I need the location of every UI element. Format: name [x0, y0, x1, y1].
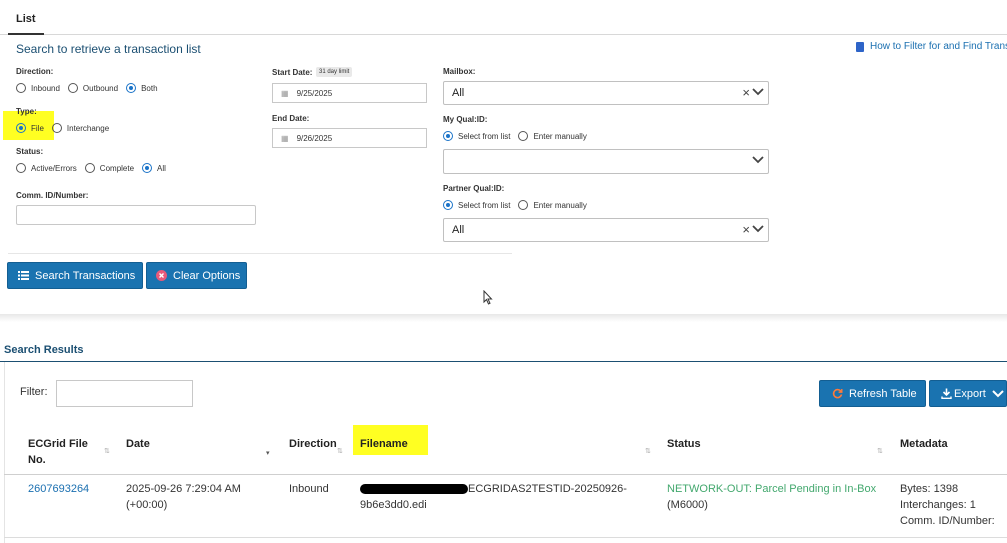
radio-icon[interactable] [16, 83, 26, 93]
status-radio-group: Active/Errors Complete All [16, 163, 174, 173]
radio-icon[interactable] [518, 200, 529, 210]
comm-id-label: Comm. ID/Number: [16, 191, 89, 200]
partner-qual-manual-option[interactable]: Enter manually [518, 200, 587, 210]
status-complete-option[interactable]: Complete [84, 163, 134, 173]
radio-icon[interactable] [16, 163, 26, 173]
tab-bar: List [0, 0, 1007, 35]
calendar-icon: ▦ [281, 133, 289, 143]
partner-qual-select-option[interactable]: Select from list [443, 200, 510, 210]
chevron-down-icon[interactable] [752, 155, 764, 165]
help-link[interactable]: How to Filter for and Find Transa [856, 41, 1007, 52]
clear-icon[interactable]: × [742, 222, 750, 237]
start-date-label: Start Date: [272, 68, 313, 77]
direction-outbound-option[interactable]: Outbound [67, 83, 118, 93]
type-interchange-option[interactable]: Interchange [51, 123, 109, 133]
sort-icon[interactable]: ⇅ [877, 447, 883, 455]
type-label: Type: [16, 107, 37, 116]
row-status: NETWORK-OUT: Parcel Pending in In-Box (M… [667, 481, 877, 511]
row-direction: Inbound [289, 483, 329, 495]
radio-icon[interactable] [51, 123, 62, 133]
radio-selected-icon[interactable] [142, 163, 153, 173]
file-no-link[interactable]: 2607693264 [28, 481, 89, 497]
column-header-date[interactable]: Date [126, 436, 150, 452]
direction-both-option[interactable]: Both [126, 83, 158, 93]
sort-icon[interactable]: ⇅ [337, 447, 343, 455]
table-row-rule [4, 537, 1007, 538]
search-heading: Search to retrieve a transaction list [16, 42, 201, 56]
form-divider [8, 253, 512, 254]
type-file-option[interactable]: File [16, 123, 44, 133]
column-header-status[interactable]: Status [667, 436, 701, 452]
filter-input[interactable] [56, 380, 193, 407]
my-qual-label: My Qual:ID: [443, 115, 488, 124]
redaction-mark [360, 484, 468, 494]
mailbox-select[interactable]: All × [443, 81, 769, 105]
refresh-table-button[interactable]: Refresh Table [819, 380, 926, 407]
list-icon [18, 271, 29, 280]
row-date: 2025-09-26 7:29:04 AM (+00:00) [126, 483, 241, 511]
chevron-down-icon [992, 390, 1004, 398]
direction-inbound-option[interactable]: Inbound [16, 83, 60, 93]
row-metadata: Bytes: 1398 Interchanges: 1 Comm. ID/Num… [900, 483, 995, 527]
column-header-filename[interactable]: Filename [360, 436, 408, 452]
direction-radio-group: Inbound Outbound Both [16, 83, 166, 93]
tab-list[interactable]: List [8, 0, 44, 35]
comm-id-input[interactable] [16, 205, 256, 225]
sort-desc-icon[interactable]: ▾ [266, 449, 270, 457]
status-link[interactable]: NETWORK-OUT: Parcel Pending in In-Box [667, 481, 876, 497]
status-all-option[interactable]: All [142, 163, 166, 173]
partner-qual-select[interactable]: All × [443, 218, 769, 242]
partner-qual-label: Partner Qual:ID: [443, 184, 505, 193]
my-qual-radio-group: Select from list Enter manually [443, 131, 595, 141]
chevron-down-icon[interactable] [752, 224, 764, 234]
partner-qual-radio-group: Select from list Enter manually [443, 200, 595, 210]
column-header-direction[interactable]: Direction [289, 436, 337, 452]
sort-icon[interactable]: ⇅ [645, 447, 651, 455]
radio-icon[interactable] [84, 163, 95, 173]
mouse-cursor-icon [483, 290, 493, 305]
start-date-input[interactable]: ▦ 9/25/2025 [272, 83, 427, 103]
radio-selected-icon[interactable] [443, 131, 453, 141]
clear-icon[interactable]: × [742, 85, 750, 100]
radio-icon[interactable] [67, 83, 78, 93]
search-results-title: Search Results [4, 344, 84, 356]
table-header-rule [4, 474, 1007, 475]
clear-circle-icon [156, 270, 167, 281]
export-button[interactable]: Export [929, 380, 1007, 407]
download-icon [941, 388, 952, 399]
calendar-icon: ▦ [281, 88, 289, 98]
end-date-input[interactable]: ▦ 9/26/2025 [272, 128, 427, 148]
my-qual-select[interactable] [443, 149, 769, 174]
sort-icon[interactable]: ⇅ [104, 447, 110, 455]
help-link-label: How to Filter for and Find Transa [870, 41, 1007, 52]
radio-selected-icon[interactable] [16, 123, 26, 133]
radio-icon[interactable] [518, 131, 529, 141]
clear-options-button[interactable]: Clear Options [146, 262, 247, 289]
radio-selected-icon[interactable] [126, 83, 137, 93]
chevron-down-icon[interactable] [752, 87, 764, 97]
column-header-metadata[interactable]: Metadata [900, 436, 948, 452]
my-qual-manual-option[interactable]: Enter manually [518, 131, 587, 141]
column-header-file-no[interactable]: ECGrid File No. [28, 436, 88, 468]
status-label: Status: [16, 147, 44, 156]
refresh-icon [832, 388, 843, 399]
direction-label: Direction: [16, 67, 54, 76]
day-limit-badge: 31 day limit [316, 67, 353, 77]
document-icon [856, 41, 864, 52]
filter-label: Filter: [20, 386, 48, 398]
type-radio-group: File Interchange [16, 123, 117, 133]
status-active-option[interactable]: Active/Errors [16, 163, 77, 173]
end-date-label: End Date: [272, 114, 310, 123]
search-transactions-button[interactable]: Search Transactions [7, 262, 143, 289]
my-qual-select-option[interactable]: Select from list [443, 131, 510, 141]
mailbox-label: Mailbox: [443, 67, 476, 76]
section-separator [0, 314, 1007, 322]
radio-selected-icon[interactable] [443, 200, 453, 210]
